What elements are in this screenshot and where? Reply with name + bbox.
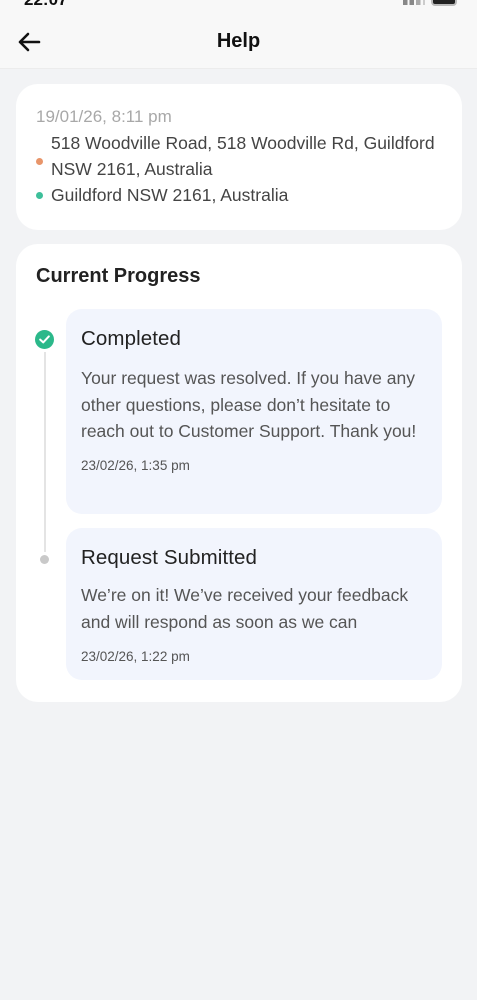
progress-step-submitted: Request Submitted We’re on it! We’ve rec…	[66, 528, 442, 680]
top-bar: Help	[0, 10, 477, 69]
step-timestamp: 23/02/26, 1:22 pm	[81, 649, 190, 664]
progress-card: Current Progress Completed Your request …	[16, 244, 462, 702]
dropoff-dot-icon	[36, 192, 43, 199]
check-circle-icon	[35, 330, 54, 349]
pickup-address-row: 518 Woodville Road, 518 Woodville Rd, Gu…	[36, 130, 442, 182]
step-description: We’re on it! We’ve received your feedbac…	[81, 585, 409, 632]
battery-icon	[431, 0, 457, 6]
step-description: Your request was resolved. If you have a…	[81, 368, 417, 441]
timeline-line	[44, 352, 46, 552]
step-title: Completed	[81, 327, 182, 350]
progress-step-completed: Completed Your request was resolved. If …	[66, 309, 442, 514]
trip-card[interactable]: 19/01/26, 8:11 pm 518 Woodville Road, 51…	[16, 84, 462, 230]
pending-dot-icon	[40, 555, 49, 564]
dropoff-address-row: Guildford NSW 2161, Australia	[36, 182, 442, 208]
status-icons	[403, 0, 457, 6]
status-bar: 22:07	[0, 0, 477, 10]
step-timestamp: 23/02/26, 1:35 pm	[81, 457, 190, 473]
pickup-dot-icon	[36, 158, 43, 165]
trip-date: 19/01/26, 8:11 pm	[36, 107, 172, 126]
step-title: Request Submitted	[81, 546, 258, 569]
pickup-address: 518 Woodville Road, 518 Woodville Rd, Gu…	[51, 133, 435, 179]
status-time: 22:07	[24, 0, 67, 10]
progress-title: Current Progress	[36, 265, 201, 287]
signal-icon	[403, 0, 425, 5]
dropoff-address: Guildford NSW 2161, Australia	[51, 185, 289, 205]
page-title: Help	[216, 30, 261, 52]
